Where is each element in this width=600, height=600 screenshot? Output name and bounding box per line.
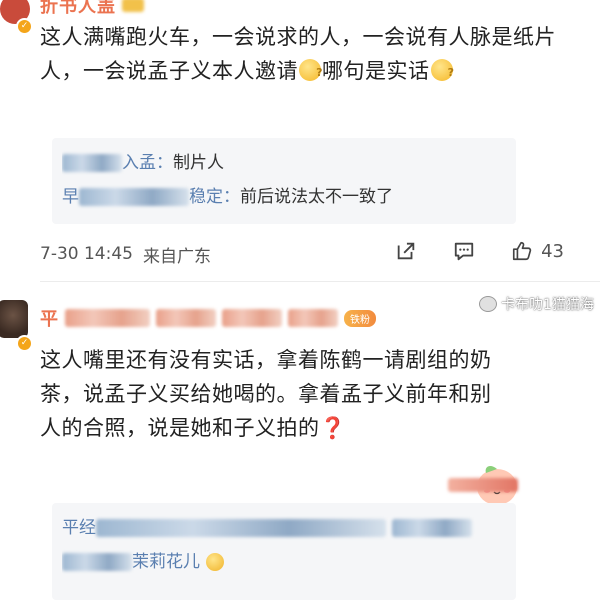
redacted-name (96, 519, 386, 537)
watermark-text: 卡布叻1猫猫海 (501, 297, 594, 313)
reply-line[interactable]: 茉莉花儿 (62, 545, 506, 579)
redacted-name (392, 519, 472, 537)
reply-author-prefix[interactable]: 平经 (62, 511, 96, 545)
fan-badge: 铁粉 (344, 309, 376, 327)
comment-author-prefix[interactable]: 平 (40, 305, 59, 331)
question-mark-icon: ❓ (319, 416, 347, 440)
redacted-name (65, 309, 150, 327)
comment-2: ✓ 平 铁粉 这人嘴里还有没有实话，拿着陈鹤一请剧组的奶茶，说孟子义买给她喝的。… (0, 0, 600, 600)
redacted-name (288, 309, 338, 327)
sticker-caption (448, 478, 518, 492)
comment-text: 这人嘴里还有没有实话，拿着陈鹤一请剧组的奶茶，说孟子义买给她喝的。拿着孟子义前年… (40, 343, 510, 445)
weibo-logo-icon (479, 296, 498, 312)
watermark: 卡布叻1猫猫海 (479, 294, 594, 314)
comment-author-row: 平 铁粉 (40, 305, 376, 331)
avatar[interactable] (0, 300, 28, 338)
redacted-name (222, 309, 282, 327)
verified-badge-icon: ✓ (16, 335, 33, 352)
redacted-name (156, 309, 216, 327)
reply-line[interactable]: 平经 (62, 511, 506, 545)
reply-author[interactable]: 茉莉花儿 (132, 545, 200, 579)
redacted-name (62, 553, 132, 571)
reply-preview[interactable]: 平经 茉莉花儿 (52, 503, 516, 600)
emoji-icon (206, 553, 224, 571)
comment-text-main: 这人嘴里还有没有实话，拿着陈鹤一请剧组的奶茶，说孟子义买给她喝的。拿着孟子义前年… (40, 348, 492, 440)
